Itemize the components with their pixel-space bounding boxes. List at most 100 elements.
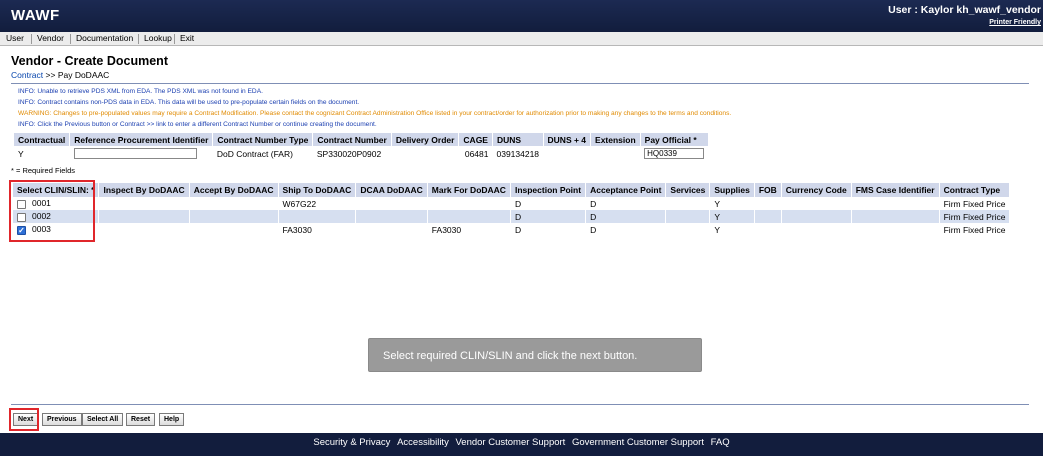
select-all-button[interactable]: Select All — [82, 413, 124, 426]
services-cell — [665, 197, 711, 210]
footer-bar: Security & Privacy Accessibility Vendor … — [0, 433, 1043, 456]
footer-link-security-privacy[interactable]: Security & Privacy — [313, 437, 390, 448]
clin-selection-highlight — [9, 180, 95, 242]
services-cell — [665, 210, 711, 223]
cage-value: 06481 — [464, 148, 489, 159]
instruction-tooltip: Select required CLIN/SLIN and click the … — [368, 338, 702, 372]
fob-cell — [754, 223, 782, 236]
col-dcaa: DCAA DoDAAC — [355, 183, 428, 197]
required-fields-note: * = Required Fields — [11, 166, 75, 175]
col-contract-type: Contract Type — [939, 183, 1011, 197]
menu-user[interactable]: User — [6, 33, 24, 43]
contract-data-row: Y DoD Contract (FAR) SP330020P0902 06481… — [14, 146, 708, 161]
printer-friendly-link[interactable]: Printer Friendly — [989, 19, 1041, 26]
menu-separator — [31, 34, 32, 44]
acceptance-point-cell: D — [585, 197, 667, 210]
contract-type-cell: Firm Fixed Price — [939, 223, 1011, 236]
menu-separator — [174, 34, 175, 44]
footer-link-faq[interactable]: FAQ — [711, 437, 730, 448]
menu-documentation[interactable]: Documentation — [76, 33, 133, 43]
footer-divider — [11, 404, 1029, 405]
acceptance-point-cell: D — [585, 210, 667, 223]
col-duns4: DUNS + 4 — [543, 133, 592, 146]
ship-to-cell: W67G22 — [278, 197, 357, 210]
menu-lookup[interactable]: Lookup — [144, 33, 172, 43]
currency-cell — [781, 197, 852, 210]
top-banner: WAWF User : Kaylor kh_wawf_vendor Printe… — [0, 0, 1043, 32]
fms-cell — [851, 223, 940, 236]
previous-button[interactable]: Previous — [42, 413, 82, 426]
currency-cell — [781, 210, 852, 223]
mark-for-cell: FA3030 — [427, 223, 511, 236]
supplies-cell: Y — [709, 210, 755, 223]
inspection-point-cell: D — [510, 223, 587, 236]
footer-links: Security & Privacy Accessibility Vendor … — [0, 437, 1043, 448]
footer-link-accessibility[interactable]: Accessibility — [397, 437, 449, 448]
col-pay-official: Pay Official * — [640, 133, 709, 146]
menu-vendor[interactable]: Vendor — [37, 33, 64, 43]
supplies-cell: Y — [709, 223, 755, 236]
contract-type-cell: Firm Fixed Price — [939, 197, 1011, 210]
footer-link-vendor-support[interactable]: Vendor Customer Support — [455, 437, 565, 448]
next-button-highlight — [9, 408, 39, 431]
pay-official-cell: HQ0339 — [640, 146, 708, 161]
col-duns: DUNS — [492, 133, 544, 146]
dcaa-cell — [355, 197, 428, 210]
inspect-by-cell — [98, 197, 190, 210]
contract-info-table: Contractual Reference Procurement Identi… — [14, 133, 709, 161]
currency-cell — [781, 223, 852, 236]
mark-for-cell — [427, 197, 511, 210]
breadcrumb: Contract >> Pay DoDAAC — [11, 70, 109, 80]
menu-separator — [70, 34, 71, 44]
contractual-value: Y — [18, 148, 24, 159]
col-delivery-order: Delivery Order — [391, 133, 460, 146]
fob-cell — [754, 197, 782, 210]
contract-number-value: SP330020P0902 — [316, 148, 382, 159]
breadcrumb-current: Pay DoDAAC — [57, 70, 110, 80]
warning-message: WARNING: Changes to pre-populated values… — [18, 110, 732, 117]
reference-procurement-input[interactable] — [73, 148, 197, 160]
reset-button[interactable]: Reset — [126, 413, 156, 426]
info-message: INFO: Unable to retrieve PDS XML from ED… — [18, 88, 263, 95]
footer-link-government-support[interactable]: Government Customer Support — [572, 437, 704, 448]
col-fob: FOB — [754, 183, 782, 197]
menu-exit[interactable]: Exit — [180, 33, 194, 43]
extension-value — [591, 146, 641, 161]
help-button[interactable]: Help — [159, 413, 185, 426]
fms-cell — [851, 210, 940, 223]
col-extension: Extension — [590, 133, 641, 146]
contract-type-cell: Firm Fixed Price — [939, 210, 1011, 223]
col-acceptance-point: Acceptance Point — [585, 183, 667, 197]
user-info: User : Kaylor kh_wawf_vendor — [888, 4, 1041, 16]
dcaa-cell — [355, 210, 428, 223]
table-row: 0001 W67G22 D D Y Firm Fixed Price — [13, 197, 1011, 210]
col-reference-procurement-identifier: Reference Procurement Identifier — [69, 133, 214, 146]
breadcrumb-separator: >> — [45, 70, 56, 80]
reference-procurement-cell — [70, 146, 213, 161]
mark-for-cell — [427, 210, 511, 223]
col-inspection-point: Inspection Point — [510, 183, 587, 197]
acceptance-point-cell: D — [585, 223, 667, 236]
header-divider — [11, 83, 1029, 84]
info-message: INFO: Click the Previous button or Contr… — [18, 121, 377, 128]
menu-separator — [138, 34, 139, 44]
supplies-cell: Y — [709, 197, 755, 210]
col-fms-case-identifier: FMS Case Identifier — [851, 183, 940, 197]
col-services: Services — [665, 183, 711, 197]
dcaa-cell — [355, 223, 428, 236]
pay-official-input[interactable]: HQ0339 — [644, 148, 705, 160]
breadcrumb-contract-link[interactable]: Contract — [11, 70, 43, 80]
col-inspect-by: Inspect By DoDAAC — [98, 183, 190, 197]
delivery-order-value — [391, 146, 459, 161]
accept-by-cell — [189, 210, 279, 223]
fms-cell — [851, 197, 940, 210]
inspection-point-cell: D — [510, 210, 587, 223]
col-accept-by: Accept By DoDAAC — [189, 183, 279, 197]
clin-header-row: Select CLIN/SLIN: * Inspect By DoDAAC Ac… — [13, 183, 1011, 197]
col-ship-to: Ship To DoDAAC — [278, 183, 357, 197]
ship-to-cell — [278, 210, 357, 223]
accept-by-cell — [189, 223, 279, 236]
clin-table: Select CLIN/SLIN: * Inspect By DoDAAC Ac… — [13, 183, 1011, 236]
col-currency-code: Currency Code — [781, 183, 852, 197]
duns4-value — [543, 146, 591, 161]
